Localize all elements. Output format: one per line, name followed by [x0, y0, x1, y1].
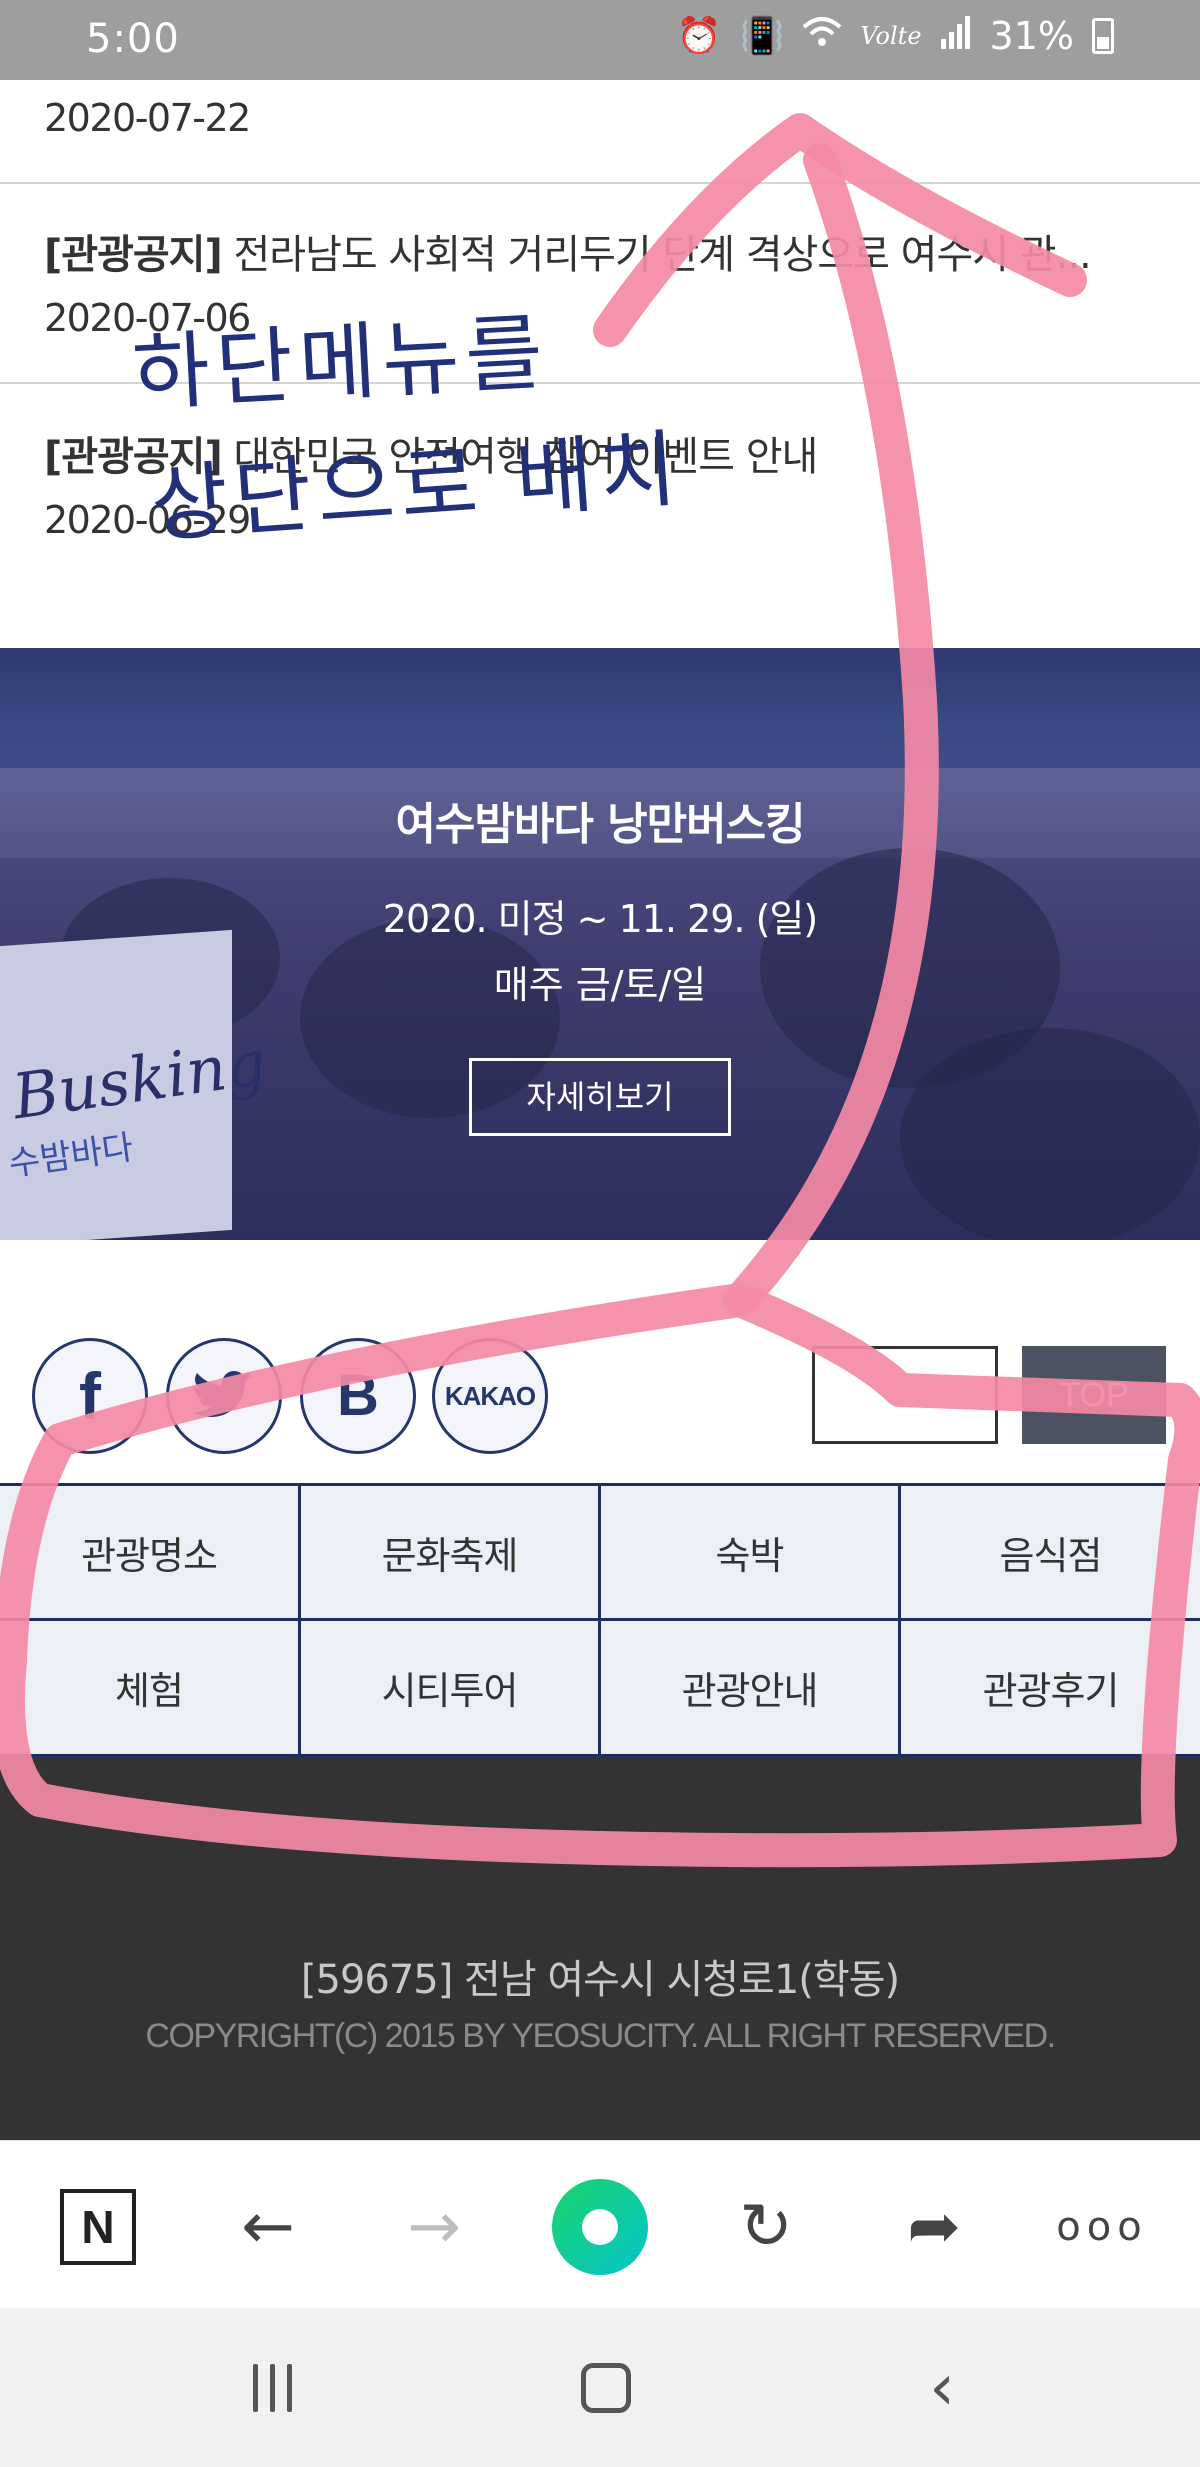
- battery-percent: 31%: [989, 14, 1074, 58]
- facebook-share-button[interactable]: f: [32, 1338, 148, 1454]
- twitter-icon: [169, 1341, 279, 1488]
- event-banner[interactable]: Busking 수밤바다 여수밤바다 낭만버스킹 2020. 미정 ~ 11. …: [0, 648, 1200, 1240]
- menu-item-city-tour[interactable]: 시티투어: [301, 1621, 601, 1754]
- refresh-icon: ↻: [739, 2190, 793, 2264]
- volte-label: Volte: [860, 22, 922, 50]
- menu-item-lodging[interactable]: 숙박: [601, 1486, 901, 1621]
- banner-title: 여수밤바다 낭만버스킹: [395, 799, 805, 850]
- details-button[interactable]: 자세히보기: [469, 1058, 731, 1136]
- menu-item-experience[interactable]: 체험: [0, 1621, 301, 1754]
- system-back-button[interactable]: ‹: [902, 2348, 982, 2428]
- back-icon: ‹: [929, 2351, 955, 2425]
- top-button[interactable]: TOP: [1022, 1346, 1166, 1444]
- menu-item-tourist-info[interactable]: 관광안내: [601, 1621, 901, 1754]
- green-dot-button[interactable]: [550, 2177, 650, 2277]
- menu-item-reviews[interactable]: 관광후기: [901, 1621, 1200, 1754]
- status-bar: 5:00 ⏰ 📳 Volte 31%: [0, 0, 1200, 80]
- notice-date: 2020-07-06: [44, 296, 251, 340]
- home-button[interactable]: [566, 2348, 646, 2428]
- recent-apps-button[interactable]: [232, 2348, 312, 2428]
- alarm-icon: ⏰: [676, 16, 722, 57]
- notice-date: 2020-07-22: [44, 96, 251, 140]
- notice-tag: [관광공지]: [44, 232, 223, 278]
- battery-icon: [1092, 18, 1114, 54]
- banner-date: 2020. 미정 ~ 11. 29. (일): [382, 897, 818, 941]
- blog-share-button[interactable]: B: [300, 1338, 416, 1454]
- facebook-icon: f: [79, 1359, 101, 1433]
- outline-button[interactable]: [812, 1346, 998, 1444]
- menu-item-restaurants[interactable]: 음식점: [901, 1486, 1200, 1621]
- notice-item-title[interactable]: [관광공지] 전라남도 사회적 거리두기 단계 격상으로 여수시 관...: [44, 222, 1154, 280]
- back-button[interactable]: ←: [218, 2177, 318, 2277]
- kakao-share-button[interactable]: KAKAO: [432, 1338, 548, 1454]
- footer-address: [59675] 전남 여수시 시청로1(학동): [300, 1957, 900, 2003]
- bottom-menu: 관광명소 문화축제 숙박 음식점 체험 시티투어 관광안내 관광후기: [0, 1483, 1200, 1757]
- notice-date: 2020-06-29: [44, 498, 251, 542]
- wifi-icon: [802, 15, 842, 58]
- share-button[interactable]: ➦: [884, 2177, 984, 2277]
- share-icon: ➦: [907, 2190, 961, 2264]
- browser-toolbar: N ← → ↻ ➦ ooo: [0, 2140, 1200, 2308]
- forward-button[interactable]: →: [384, 2177, 484, 2277]
- status-icons: ⏰ 📳 Volte 31%: [677, 14, 1114, 58]
- share-row: f B KAKAO TOP: [0, 1330, 1200, 1454]
- home-icon: [581, 2363, 631, 2413]
- arrow-left-icon: ←: [241, 2190, 295, 2264]
- divider: [0, 382, 1200, 384]
- menu-item-attractions[interactable]: 관광명소: [0, 1486, 301, 1621]
- status-time: 5:00: [86, 16, 180, 62]
- arrow-right-icon: →: [407, 2190, 461, 2264]
- more-icon: ooo: [1056, 2204, 1148, 2250]
- footer-copyright: COPYRIGHT(C) 2015 BY YEOSUCITY. ALL RIGH…: [145, 2017, 1056, 2055]
- site-footer: [59675] 전남 여수시 시청로1(학동) COPYRIGHT(C) 201…: [0, 1757, 1200, 2140]
- naver-icon: N: [60, 2189, 136, 2265]
- recent-apps-icon: [252, 2364, 292, 2412]
- banner-background: [900, 1028, 1200, 1240]
- notice-item-title[interactable]: [관광공지] 대한민국 안전여행 참여 이벤트 안내: [44, 424, 1154, 482]
- notice-title-text: 전라남도 사회적 거리두기 단계 격상으로 여수시 관...: [233, 232, 1091, 278]
- naver-home-button[interactable]: N: [48, 2177, 148, 2277]
- more-button[interactable]: ooo: [1052, 2177, 1152, 2277]
- twitter-share-button[interactable]: [166, 1338, 282, 1454]
- green-dot-icon: [552, 2179, 648, 2275]
- notice-title-text: 대한민국 안전여행 참여 이벤트 안내: [233, 434, 818, 480]
- vibrate-icon: 📳: [739, 16, 785, 57]
- signal-icon: [940, 15, 972, 58]
- refresh-button[interactable]: ↻: [716, 2177, 816, 2277]
- kakao-icon: KAKAO: [444, 1381, 536, 1411]
- system-nav-bar: ‹: [0, 2308, 1200, 2467]
- banner-days: 매주 금/토/일: [493, 963, 707, 1007]
- menu-item-festivals[interactable]: 문화축제: [301, 1486, 601, 1621]
- notice-tag: [관광공지]: [44, 434, 223, 480]
- divider: [0, 182, 1200, 184]
- blog-icon: B: [337, 1363, 379, 1428]
